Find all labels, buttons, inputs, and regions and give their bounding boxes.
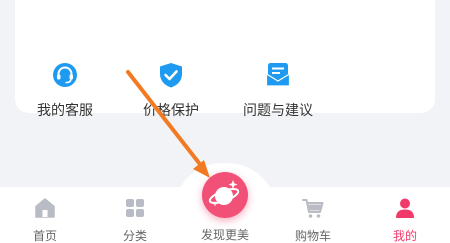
- app-screen: 我的客服 价格保护 问题与建议 首页 分类 发现更美 购物车 我的: [0, 0, 450, 243]
- annotation-arrow: [126, 70, 210, 178]
